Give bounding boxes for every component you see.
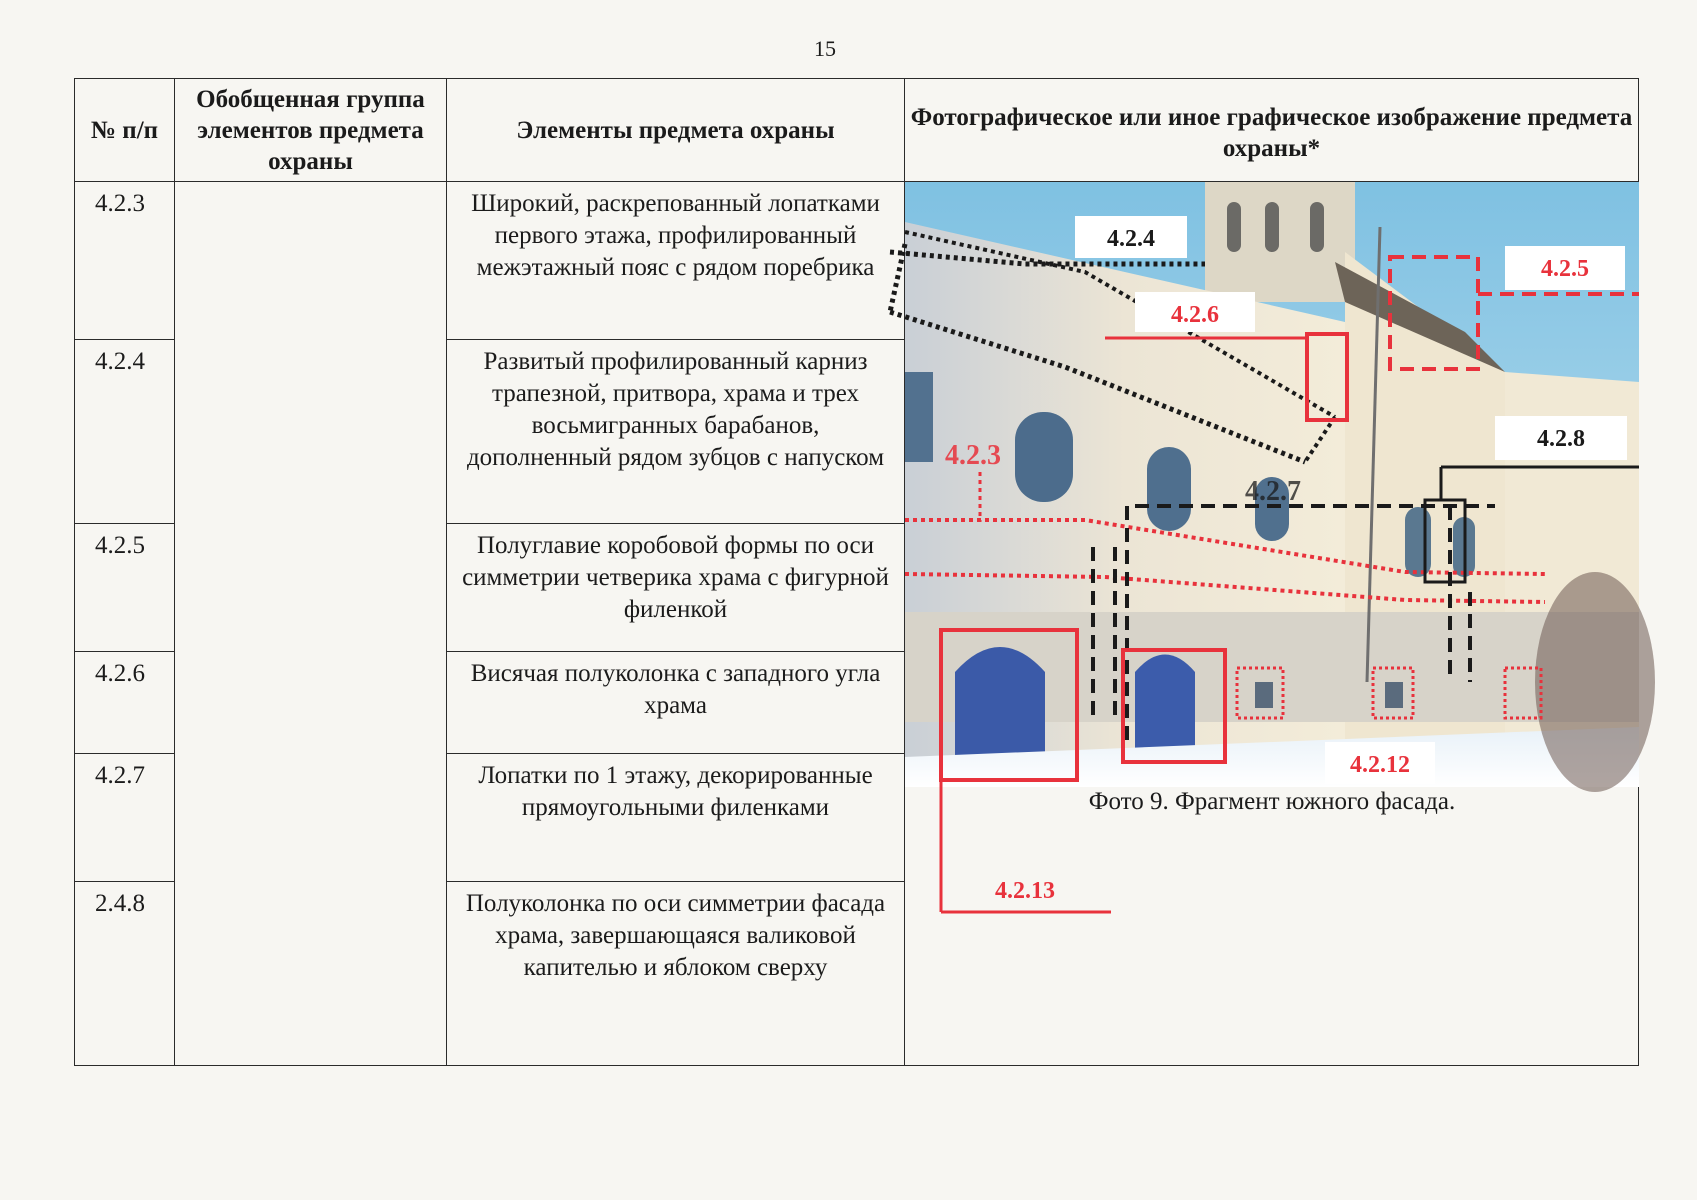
label-4.2.4: 4.2.4 [1107,226,1155,252]
row-number: 4.2.6 [74,651,175,754]
label-4.2.8: 4.2.8 [1537,426,1585,452]
element-description: Широкий, раскрепованный лопатками первог… [446,181,905,340]
row-number: 2.4.8 [74,881,175,1066]
protection-elements-table: № п/п Обобщенная группа элементов предме… [74,78,1655,1066]
element-description: Висячая полуколонка с западного угла хра… [446,651,905,754]
table-row: 4.2.3 Широкий, раскрепованный лопатками … [74,181,1655,1066]
photo-cell: 4.2.4 4.2.5 4.2.6 4.2.3 4.2.7 4.2.8 4.2.… [887,181,1655,1066]
element-description: Полуглавие коробовой формы по оси симмет… [446,523,905,652]
row-number: 4.2.7 [74,753,175,882]
page-number: 15 [814,36,836,61]
row-number: 4.2.3 [74,181,175,340]
group-cell [174,181,447,1066]
label-4.2.6: 4.2.6 [1171,302,1219,328]
label-4.2.7: 4.2.7 [1245,476,1301,507]
element-description: Полуколонка по оси симметрии фасада храм… [446,881,905,1066]
element-description: Лопатки по 1 этажу, декорированные прямо… [446,753,905,882]
row-number: 4.2.5 [74,523,175,652]
header-group: Обобщенная группа элементов предмета охр… [174,78,447,182]
label-4.2.5: 4.2.5 [1541,256,1589,282]
row-number: 4.2.4 [74,339,175,524]
label-4.2.12: 4.2.12 [1350,752,1410,778]
element-description: Развитый профилированный карниз трапезно… [446,339,905,524]
facade-photo: 4.2.4 4.2.5 4.2.6 4.2.3 4.2.7 4.2.8 4.2.… [887,182,1655,792]
header-elements: Элементы предмета охраны [446,78,905,182]
header-photo: Фотографическое или иное графическое изо… [904,78,1639,182]
photo-annotated: 4.2.4 4.2.5 4.2.6 4.2.3 4.2.7 4.2.8 4.2.… [887,182,1655,1182]
label-4.2.3: 4.2.3 [945,440,1001,471]
table-header-row: № п/п Обобщенная группа элементов предме… [74,78,1639,182]
header-num: № п/п [74,78,175,182]
photo-caption: Фото 9. Фрагмент южного фасада. [1088,788,1456,815]
